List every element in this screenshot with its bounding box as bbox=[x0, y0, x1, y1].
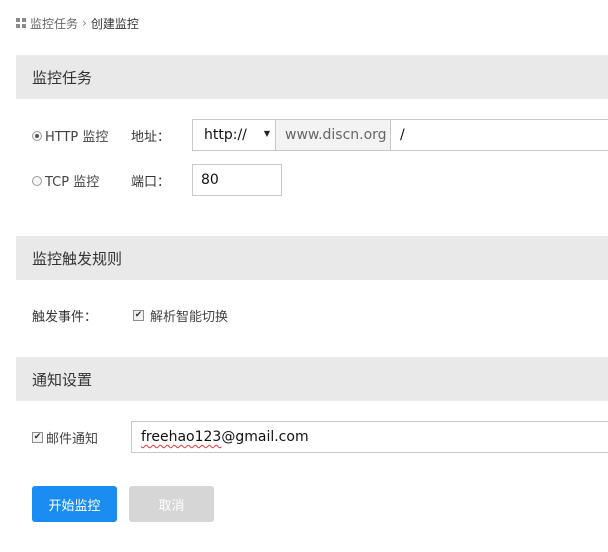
protocol-select[interactable]: http:// ▼ bbox=[192, 119, 276, 151]
path-value: / bbox=[400, 127, 405, 143]
breadcrumb-home-link[interactable]: 监控任务 bbox=[30, 15, 78, 32]
start-monitor-button[interactable]: 开始监控 bbox=[32, 486, 117, 522]
address-label: 地址： bbox=[131, 130, 171, 145]
section-title-task: 监控任务 bbox=[32, 68, 93, 87]
email-input[interactable]: freehao123 @gmail.com bbox=[131, 421, 608, 453]
section-title-rules: 监控触发规则 bbox=[32, 249, 123, 268]
tcp-monitor-label: TCP 监控 bbox=[45, 175, 100, 190]
radio-unselected-icon[interactable] bbox=[32, 175, 42, 186]
section-header-rules: 监控触发规则 bbox=[16, 236, 608, 280]
caret-down-icon: ▼ bbox=[263, 129, 270, 138]
breadcrumb-current: 创建监控 bbox=[90, 16, 139, 31]
smart-switch-checkbox[interactable]: ✔ 解析智能切换 bbox=[133, 306, 228, 325]
path-input[interactable]: / bbox=[390, 119, 608, 151]
grid-icon bbox=[16, 18, 26, 28]
email-notify-checkbox[interactable]: ✔ 邮件通知 bbox=[32, 428, 98, 447]
http-monitor-label: HTTP 监控 bbox=[45, 130, 109, 145]
port-value: 80 bbox=[201, 172, 219, 188]
section-title-notify: 通知设置 bbox=[32, 370, 93, 389]
section-header-task: 监控任务 bbox=[16, 55, 608, 99]
cancel-button[interactable]: 取消 bbox=[129, 486, 214, 522]
host-display: www.discn.org bbox=[275, 119, 391, 151]
email-value-user: freehao123 bbox=[141, 429, 222, 445]
protocol-select-value: http:// bbox=[204, 127, 247, 143]
email-notify-label: 邮件通知 bbox=[46, 432, 99, 447]
email-value-domain: @gmail.com bbox=[221, 429, 309, 445]
section-header-notify: 通知设置 bbox=[16, 357, 608, 401]
checkbox-checked-icon[interactable]: ✔ bbox=[32, 432, 43, 443]
checkbox-checked-icon[interactable]: ✔ bbox=[133, 310, 144, 321]
chevron-right-icon: › bbox=[82, 16, 87, 30]
tcp-monitor-radio[interactable]: TCP 监控 bbox=[32, 171, 99, 190]
smart-switch-label: 解析智能切换 bbox=[150, 310, 229, 325]
port-input[interactable]: 80 bbox=[192, 164, 282, 196]
host-value: www.discn.org bbox=[285, 127, 387, 143]
http-monitor-radio[interactable]: HTTP 监控 bbox=[32, 126, 108, 145]
breadcrumb: 监控任务 › 创建监控 bbox=[16, 14, 139, 32]
radio-selected-icon[interactable] bbox=[32, 130, 42, 141]
trigger-event-label: 触发事件： bbox=[32, 310, 98, 325]
port-label: 端口： bbox=[131, 175, 171, 190]
